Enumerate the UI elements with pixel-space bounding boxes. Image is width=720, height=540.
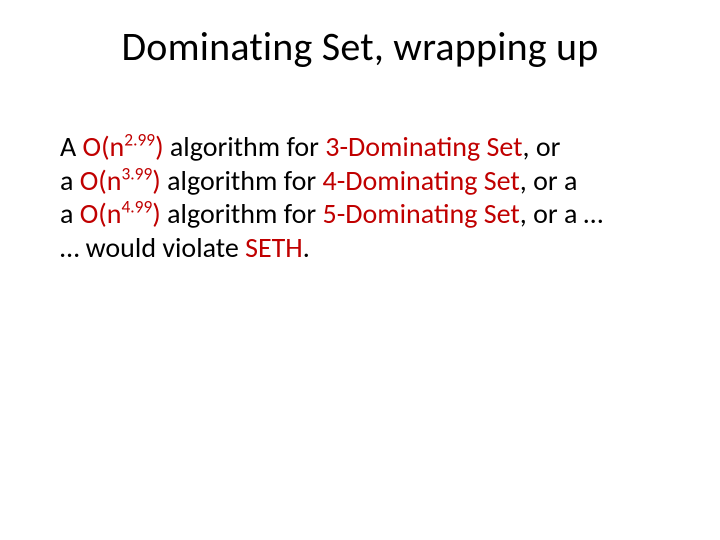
- algorithm-complexity: O(n4.99): [80, 196, 161, 231]
- text: .: [303, 230, 310, 265]
- big-o-open: O(n: [80, 196, 122, 231]
- exponent: 4.99: [122, 196, 153, 218]
- bullet-line-1: A O(n2.99) algorithm for 3-Dominating Se…: [60, 130, 660, 164]
- big-o-open: O(n: [83, 129, 125, 164]
- text: algorithm for: [161, 196, 323, 231]
- exponent: 2.99: [124, 129, 155, 151]
- big-o-close: ): [152, 196, 161, 231]
- bullet-line-3: a O(n4.99) algorithm for 5-Dominating Se…: [60, 197, 660, 231]
- bullet-line-2: a O(n3.99) algorithm for 4-Dominating Se…: [60, 164, 660, 198]
- problem-name: 5-Dominating Set: [323, 196, 520, 231]
- text: A: [60, 129, 83, 164]
- slide-body: A O(n2.99) algorithm for 3-Dominating Se…: [60, 130, 660, 264]
- text: … would violate: [60, 230, 245, 265]
- exponent: 3.99: [122, 162, 153, 184]
- big-o-close: ): [155, 129, 164, 164]
- text: a: [60, 196, 80, 231]
- slide-title: Dominating Set, wrapping up: [0, 22, 720, 71]
- algorithm-complexity: O(n3.99): [80, 163, 161, 198]
- text: , or a …: [520, 196, 603, 231]
- text: , or: [523, 129, 561, 164]
- text: algorithm for: [164, 129, 326, 164]
- problem-name: 3-Dominating Set: [325, 129, 522, 164]
- slide: Dominating Set, wrapping up A O(n2.99) a…: [0, 0, 720, 540]
- big-o-open: O(n: [80, 163, 122, 198]
- text: , or a: [520, 163, 578, 198]
- text: algorithm for: [161, 163, 323, 198]
- problem-name: 4-Dominating Set: [323, 163, 520, 198]
- text: a: [60, 163, 80, 198]
- seth-term: SETH: [245, 230, 303, 265]
- bullet-line-4: … would violate SETH.: [60, 231, 660, 265]
- algorithm-complexity: O(n2.99): [83, 129, 164, 164]
- big-o-close: ): [152, 163, 161, 198]
